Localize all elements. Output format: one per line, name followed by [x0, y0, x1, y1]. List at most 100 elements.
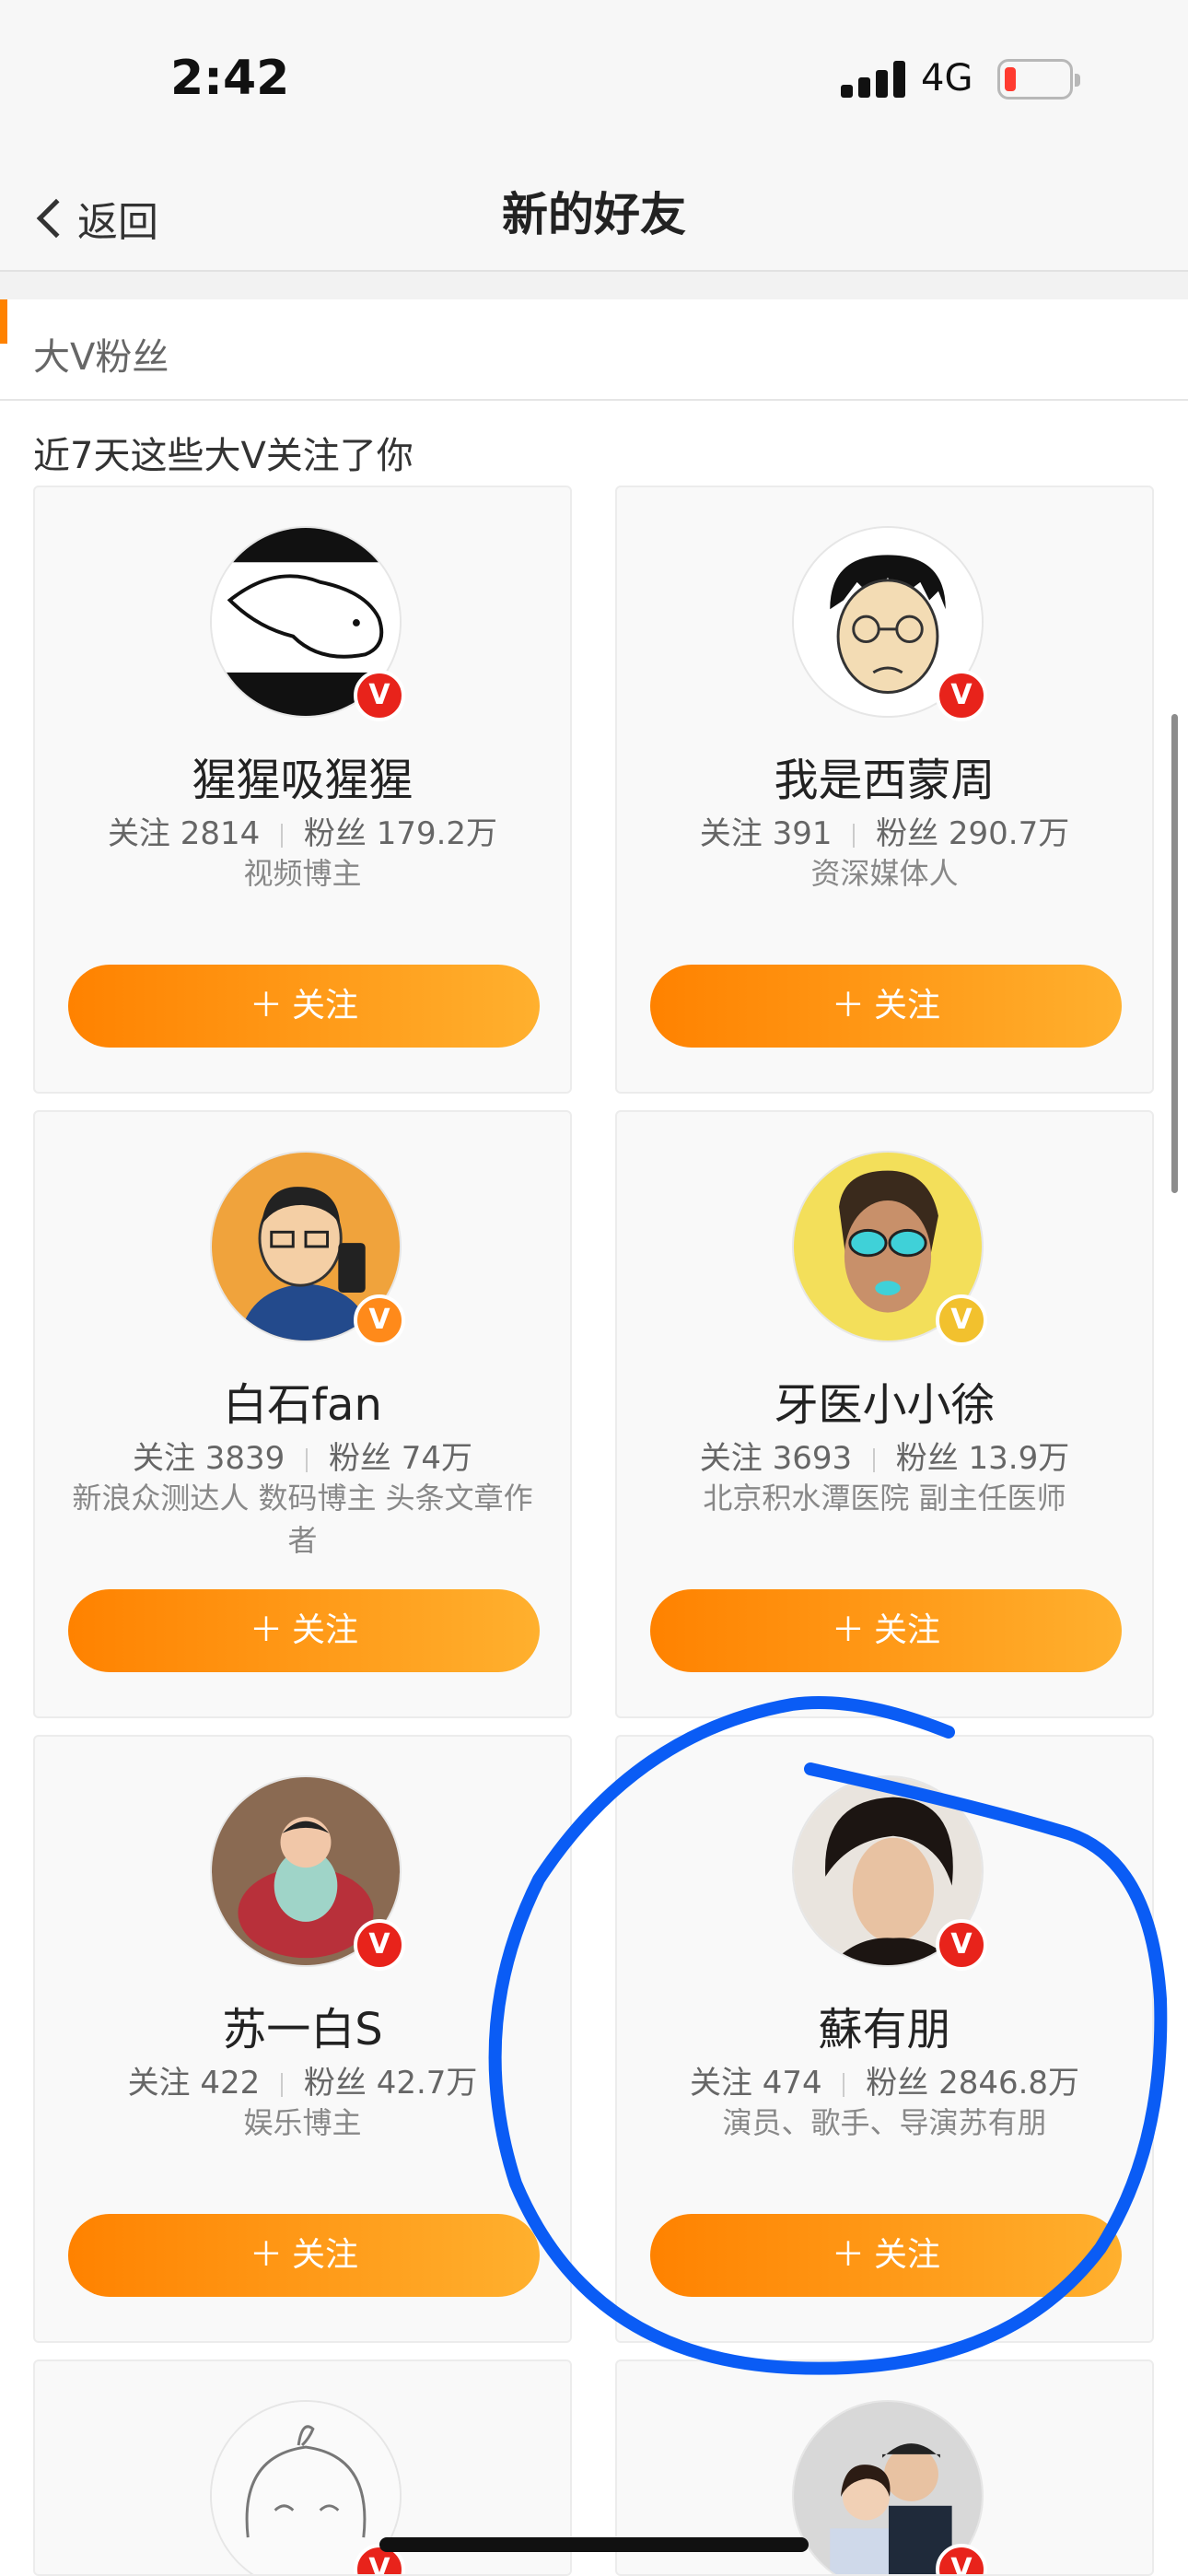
- user-stats: 关注 474 粉丝 2846.8万: [617, 2057, 1152, 2102]
- follow-label: 关注: [292, 2236, 359, 2274]
- following-label: 关注: [107, 815, 170, 852]
- user-description: 资深媒体人: [810, 856, 959, 891]
- stat-divider: [843, 2072, 845, 2097]
- fans-label: 粉丝: [876, 815, 939, 852]
- fans-count: 74万: [401, 1440, 473, 1477]
- follow-label: 关注: [292, 1611, 359, 1649]
- user-card[interactable]: V 白石fan 关注 3839 粉丝 74万 新浪众测达人 数码博主 头条文章作…: [33, 1110, 572, 1718]
- user-card[interactable]: V 蘇有朋 关注 474 粉丝 2846.8万 演员、歌手、导演苏有朋 ＋关注: [615, 1735, 1154, 2343]
- stat-divider: [853, 823, 856, 848]
- section-accent: [0, 299, 7, 344]
- user-description: 北京积水潭医院 副主任医师: [703, 1481, 1066, 1516]
- following-count: 3693: [772, 1440, 853, 1477]
- following-count: 422: [200, 2065, 261, 2102]
- follow-button[interactable]: ＋关注: [68, 1589, 540, 1672]
- avatar[interactable]: V: [792, 2400, 987, 2574]
- verified-badge-icon: V: [354, 1919, 405, 1971]
- follow-label: 关注: [874, 987, 941, 1025]
- status-bar: 2:42 4G: [0, 0, 1188, 161]
- following-label: 关注: [699, 815, 763, 852]
- user-description: 娱乐博主: [243, 2105, 362, 2140]
- fans-label: 粉丝: [303, 2065, 367, 2102]
- follow-label: 关注: [874, 1611, 941, 1649]
- avatar[interactable]: V: [210, 2400, 405, 2574]
- user-name[interactable]: 白石fan: [35, 1368, 570, 1433]
- user-name[interactable]: 猩猩吸猩猩: [35, 744, 570, 808]
- verified-badge-icon: V: [354, 670, 405, 721]
- avatar[interactable]: V: [210, 1775, 405, 1971]
- avatar[interactable]: V: [792, 526, 987, 721]
- page-title: 新的好友: [502, 188, 686, 241]
- stat-divider: [306, 1447, 309, 1472]
- signal-icon: [841, 61, 905, 98]
- section-header[interactable]: 大V粉丝: [0, 299, 1188, 401]
- fans-count: 13.9万: [968, 1440, 1070, 1477]
- following-label: 关注: [127, 2065, 191, 2102]
- follow-button[interactable]: ＋关注: [650, 2214, 1122, 2297]
- user-card[interactable]: V 牙医小小徐 关注 3693 粉丝 13.9万 北京积水潭医院 副主任医师 ＋…: [615, 1110, 1154, 1718]
- follow-label: 关注: [874, 2236, 941, 2274]
- user-description: 视频博主: [243, 856, 362, 891]
- user-name[interactable]: 我是西蒙周: [617, 744, 1152, 808]
- following-count: 474: [762, 2065, 822, 2102]
- section-subheading: 近7天这些大V关注了你: [33, 435, 413, 477]
- following-count: 2814: [180, 815, 261, 852]
- user-stats: 关注 3693 粉丝 13.9万: [617, 1433, 1152, 1478]
- network-type: 4G: [921, 57, 973, 100]
- following-label: 关注: [689, 2065, 752, 2102]
- following-count: 3839: [204, 1440, 285, 1477]
- follow-button[interactable]: ＋关注: [650, 1589, 1122, 1672]
- following-label: 关注: [132, 1440, 195, 1477]
- plus-icon: ＋: [831, 1611, 865, 1649]
- stat-divider: [281, 823, 284, 848]
- fans-count: 2846.8万: [938, 2065, 1080, 2102]
- follow-button[interactable]: ＋关注: [68, 965, 540, 1048]
- user-stats: 关注 2814 粉丝 179.2万: [35, 808, 570, 853]
- follow-label: 关注: [292, 987, 359, 1025]
- plus-icon: ＋: [249, 987, 283, 1025]
- battery-icon: [997, 59, 1080, 100]
- plus-icon: ＋: [249, 2236, 283, 2274]
- user-stats: 关注 391 粉丝 290.7万: [617, 808, 1152, 853]
- fans-label: 粉丝: [895, 1440, 959, 1477]
- user-name[interactable]: 蘇有朋: [617, 1993, 1152, 2057]
- following-label: 关注: [699, 1440, 763, 1477]
- fans-count: 42.7万: [376, 2065, 478, 2102]
- user-card[interactable]: V 苏一白S 关注 422 粉丝 42.7万 娱乐博主 ＋关注: [33, 1735, 572, 2343]
- verified-badge-icon: V: [936, 670, 987, 721]
- fans-count: 179.2万: [376, 815, 498, 852]
- user-stats: 关注 3839 粉丝 74万: [35, 1433, 570, 1478]
- follow-button[interactable]: ＋关注: [68, 2214, 540, 2297]
- avatar[interactable]: V: [210, 1151, 405, 1346]
- plus-icon: ＋: [831, 2236, 865, 2274]
- stat-divider: [281, 2072, 284, 2097]
- home-indicator[interactable]: [379, 2537, 809, 2552]
- user-name[interactable]: 苏一白S: [35, 1993, 570, 2057]
- section-label: 大V粉丝: [33, 336, 169, 379]
- divider: [0, 272, 1188, 299]
- status-time: 2:42: [170, 51, 290, 106]
- user-card[interactable]: V 我是西蒙周 关注 391 粉丝 290.7万 资深媒体人 ＋关注: [615, 486, 1154, 1094]
- avatar[interactable]: V: [792, 1151, 987, 1346]
- nav-bar: 返回 新的好友: [0, 161, 1188, 272]
- plus-icon: ＋: [249, 1611, 283, 1649]
- follow-button[interactable]: ＋关注: [650, 965, 1122, 1048]
- avatar[interactable]: V: [210, 526, 405, 721]
- fans-label: 粉丝: [303, 815, 367, 852]
- user-stats: 关注 422 粉丝 42.7万: [35, 2057, 570, 2102]
- stat-divider: [872, 1447, 875, 1472]
- user-card[interactable]: V 猩猩吸猩猩 关注 2814 粉丝 179.2万 视频博主 ＋关注: [33, 486, 572, 1094]
- verified-badge-icon: V: [936, 1294, 987, 1346]
- verified-badge-icon: V: [354, 1294, 405, 1346]
- avatar[interactable]: V: [792, 1775, 987, 1971]
- verified-badge-icon: V: [936, 1919, 987, 1971]
- user-description: 演员、歌手、导演苏有朋: [722, 2105, 1047, 2140]
- following-count: 391: [772, 815, 833, 852]
- user-description: 新浪众测达人 数码博主 头条文章作者: [72, 1481, 533, 1558]
- fans-label: 粉丝: [866, 2065, 929, 2102]
- fans-count: 290.7万: [948, 815, 1070, 852]
- plus-icon: ＋: [831, 987, 865, 1025]
- scrollbar[interactable]: [1171, 714, 1178, 1193]
- fans-label: 粉丝: [328, 1440, 391, 1477]
- user-name[interactable]: 牙医小小徐: [617, 1368, 1152, 1433]
